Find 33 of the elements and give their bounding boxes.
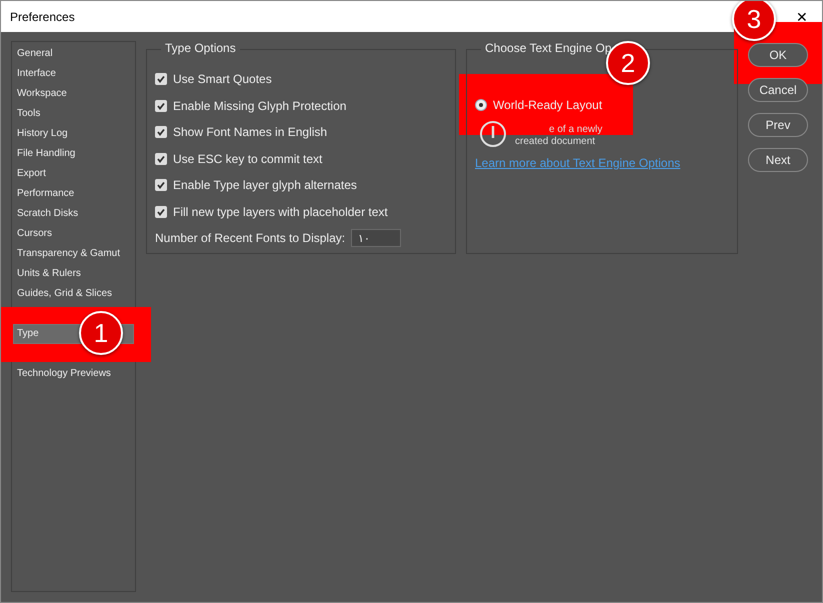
radio-label: World-Ready Layout: [493, 98, 602, 112]
option-label: Show Font Names in English: [173, 125, 328, 140]
sidebar-item[interactable]: Interface: [13, 64, 134, 84]
option-label: Use Smart Quotes: [173, 72, 272, 86]
dialog-button[interactable]: Prev: [748, 113, 808, 137]
option-label: Enable Missing Glyph Protection: [173, 98, 346, 113]
panel-title: Type Options: [161, 41, 240, 55]
dialog-button[interactable]: OK: [748, 43, 808, 67]
dialog-button[interactable]: Next: [748, 148, 808, 172]
sidebar-item[interactable]: Units & Rulers: [13, 264, 134, 284]
radio-option[interactable]: World-Ready Layout: [475, 96, 610, 114]
note-text: created document: [515, 136, 596, 148]
sidebar-item[interactable]: File Handling: [13, 144, 134, 164]
sidebar-item[interactable]: Performance: [13, 184, 134, 204]
note-text: e of a newly: [549, 124, 602, 136]
sidebar-item[interactable]: Technology Previews: [13, 364, 134, 384]
sidebar-item[interactable]: Export: [13, 164, 134, 184]
sidebar-item[interactable]: History Log: [13, 124, 134, 144]
dialog-button[interactable]: Cancel: [748, 78, 808, 102]
option-label: Fill new type layers with placeholder text: [173, 204, 388, 219]
input-field[interactable]: ١٠: [351, 229, 402, 248]
sidebar-item[interactable]: Cursors: [13, 224, 134, 244]
close-button[interactable]: ✕: [792, 8, 812, 24]
sidebar-item[interactable]: Scratch Disks: [13, 204, 134, 224]
sidebar-item[interactable]: Tools: [13, 104, 134, 124]
option-label: Use ESC key to commit text: [173, 152, 322, 166]
sidebar-item[interactable]: Transparency & Gamut: [13, 244, 134, 264]
sidebar-item[interactable]: General: [13, 44, 134, 64]
field-label: Number of Recent Fonts to Display:: [155, 231, 346, 246]
sidebar-item[interactable]: Guides, Grid & Slices: [13, 284, 134, 304]
window-title: Preferences: [10, 10, 75, 24]
sidebar-item[interactable]: Workspace: [13, 84, 134, 104]
option-label: Enable Type layer glyph alternates: [173, 178, 357, 192]
